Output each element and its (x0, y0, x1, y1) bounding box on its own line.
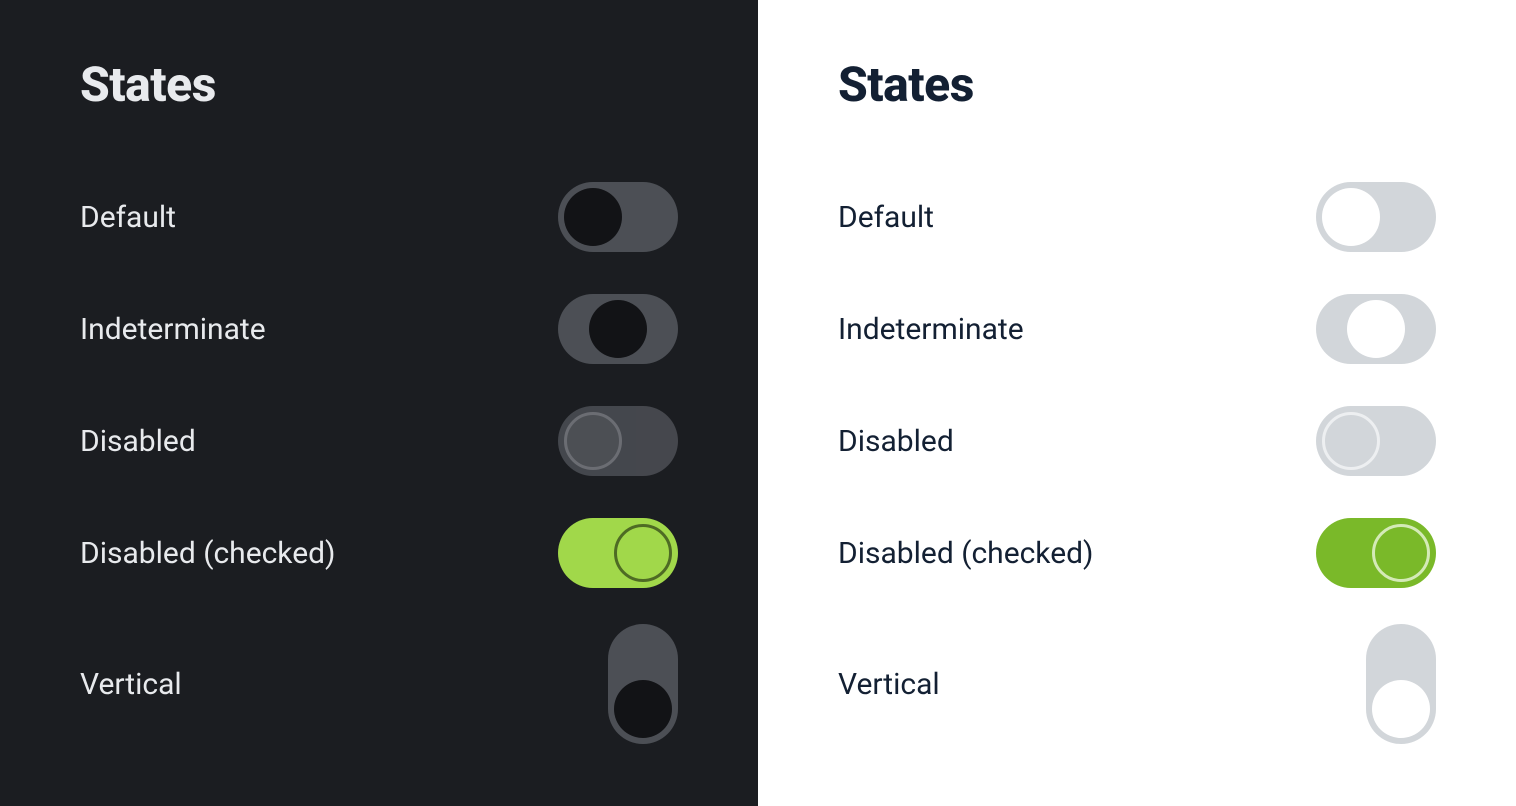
toggle-default-light[interactable] (1316, 182, 1436, 252)
label-disabled-dark: Disabled (80, 424, 196, 459)
light-panel: States Default Indeterminate Disabled Di… (758, 0, 1516, 806)
dark-panel: States Default Indeterminate Disabled Di… (0, 0, 758, 806)
states-heading-dark: States (80, 56, 678, 113)
label-vertical-dark: Vertical (80, 667, 182, 702)
toggle-indeterminate-light[interactable] (1316, 294, 1436, 364)
row-default-light: Default (838, 161, 1436, 273)
toggle-thumb (1372, 524, 1430, 582)
label-default-light: Default (838, 200, 934, 235)
toggle-thumb (614, 524, 672, 582)
toggle-thumb (1372, 680, 1430, 738)
toggle-thumb (1322, 412, 1380, 470)
toggle-vertical-light[interactable] (1366, 624, 1436, 744)
label-disabled-light: Disabled (838, 424, 954, 459)
row-vertical-dark: Vertical (80, 609, 678, 759)
row-indeterminate-dark: Indeterminate (80, 273, 678, 385)
toggle-thumb (589, 300, 647, 358)
toggle-thumb (564, 188, 622, 246)
row-default-dark: Default (80, 161, 678, 273)
row-disabled-checked-light: Disabled (checked) (838, 497, 1436, 609)
label-indeterminate-light: Indeterminate (838, 312, 1024, 347)
row-disabled-checked-dark: Disabled (checked) (80, 497, 678, 609)
toggle-thumb (1347, 300, 1405, 358)
toggle-disabled-checked-light (1316, 518, 1436, 588)
label-disabled-checked-dark: Disabled (checked) (80, 536, 335, 571)
toggle-vertical-dark[interactable] (608, 624, 678, 744)
toggle-indeterminate-dark[interactable] (558, 294, 678, 364)
toggle-disabled-checked-dark (558, 518, 678, 588)
toggle-disabled-light (1316, 406, 1436, 476)
row-vertical-light: Vertical (838, 609, 1436, 759)
row-disabled-light: Disabled (838, 385, 1436, 497)
toggle-thumb (564, 412, 622, 470)
label-disabled-checked-light: Disabled (checked) (838, 536, 1093, 571)
label-indeterminate-dark: Indeterminate (80, 312, 266, 347)
row-indeterminate-light: Indeterminate (838, 273, 1436, 385)
label-default-dark: Default (80, 200, 176, 235)
toggle-thumb (1322, 188, 1380, 246)
label-vertical-light: Vertical (838, 667, 940, 702)
toggle-thumb (614, 680, 672, 738)
toggle-disabled-dark (558, 406, 678, 476)
toggle-default-dark[interactable] (558, 182, 678, 252)
row-disabled-dark: Disabled (80, 385, 678, 497)
states-heading-light: States (838, 56, 1436, 113)
